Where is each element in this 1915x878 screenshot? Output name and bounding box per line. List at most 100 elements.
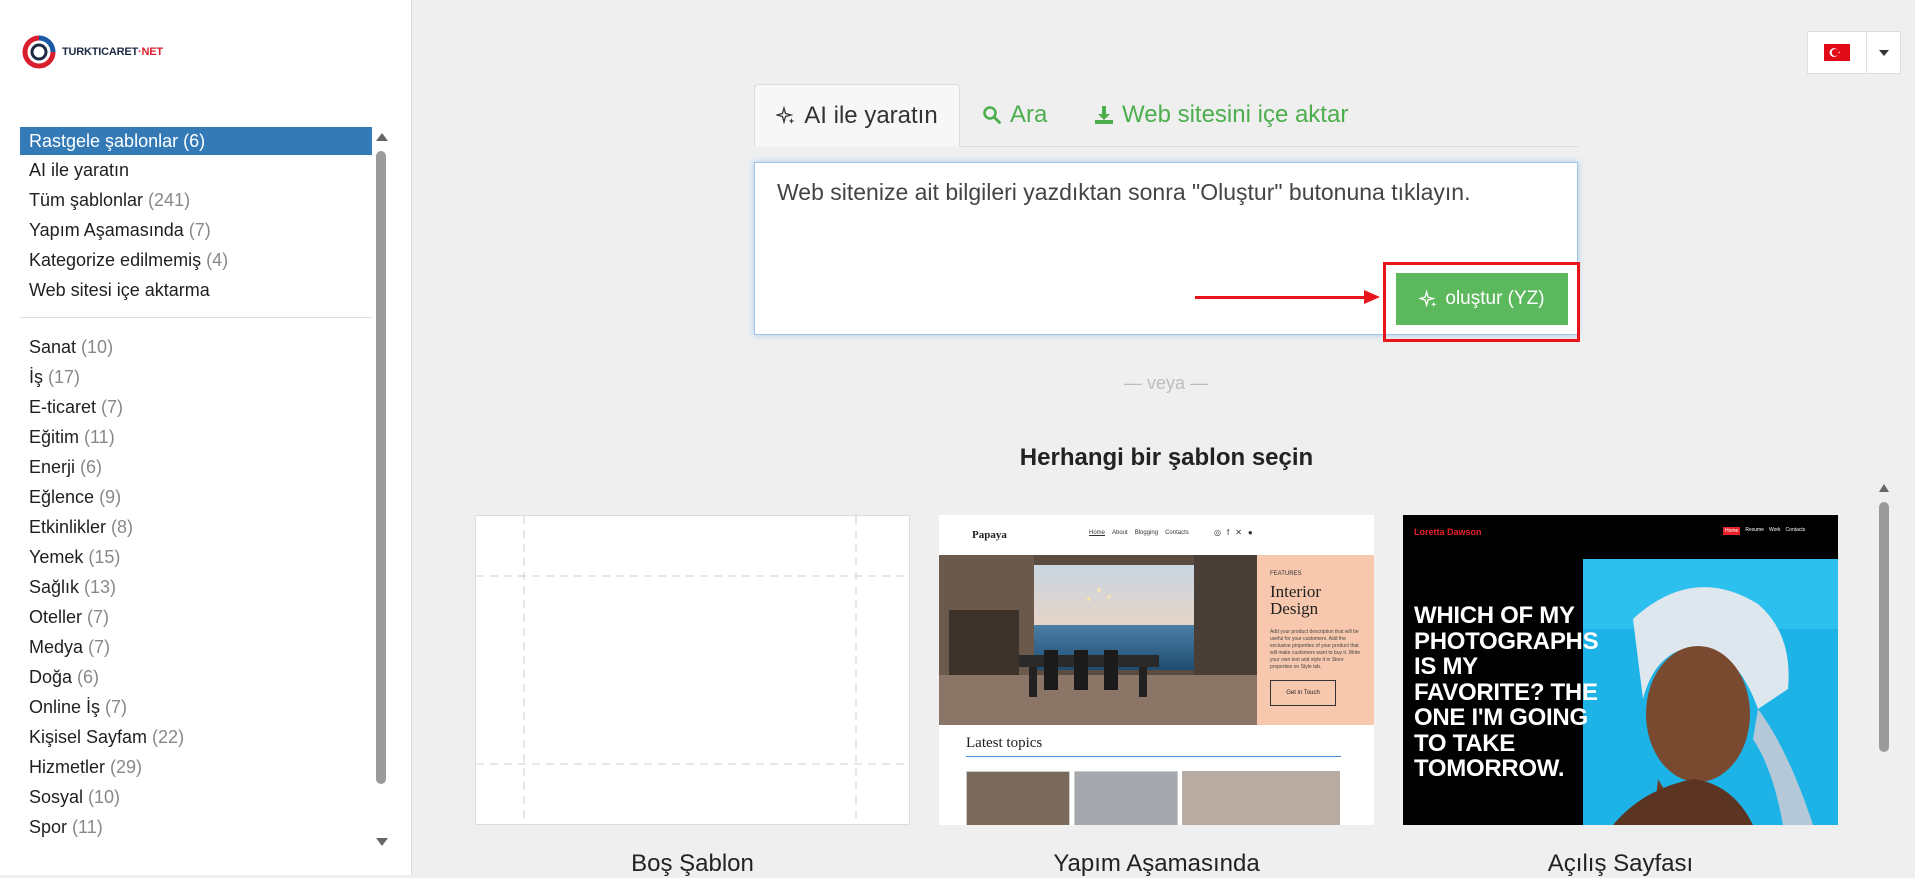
- category-count: (29): [110, 757, 143, 777]
- template-name[interactable]: Yapım Aşamasında: [939, 850, 1374, 878]
- category-label: Sosyal: [29, 787, 84, 807]
- template-name[interactable]: Açılış Sayfası: [1403, 850, 1838, 878]
- search-icon: [983, 106, 1001, 124]
- category-label: Rastgele şablonlar: [29, 131, 179, 151]
- category-count: (6): [80, 457, 103, 477]
- category-item[interactable]: Web sitesi içe aktarma: [20, 275, 372, 305]
- logo[interactable]: TURKTICARET·NET: [20, 34, 163, 70]
- sidebar-scrollbar[interactable]: [372, 127, 390, 852]
- category-count: (17): [48, 367, 81, 387]
- preview-latest-title: Latest topics: [966, 735, 1043, 751]
- scrollbar-thumb[interactable]: [376, 151, 386, 784]
- category-item[interactable]: E-ticaret (7): [20, 392, 372, 422]
- category-label: Spor: [29, 817, 68, 837]
- category-count: (11): [84, 427, 115, 447]
- category-item[interactable]: AI ile yaratın: [20, 155, 372, 185]
- category-count: (10): [81, 337, 114, 357]
- category-item[interactable]: Doğa (6): [20, 662, 372, 692]
- category-count: (13): [84, 577, 117, 597]
- preview-headline-line: FAVORITE? THE: [1414, 678, 1598, 706]
- category-item[interactable]: İş (17): [20, 362, 372, 392]
- category-label: Eğlence: [29, 487, 95, 507]
- main-scrollbar[interactable]: [1876, 478, 1892, 875]
- category-count: (6): [183, 131, 206, 151]
- scroll-up-arrow-icon[interactable]: [376, 133, 388, 141]
- category-item[interactable]: Kişisel Sayfam (22): [20, 722, 372, 752]
- language-dropdown-toggle[interactable]: [1867, 32, 1900, 73]
- category-item[interactable]: Sosyal (10): [20, 782, 372, 812]
- preview-nav-item: Resume: [1745, 527, 1764, 533]
- facebook-icon: f: [1226, 528, 1230, 537]
- prompt-placeholder: Web sitenize ait bilgileri yazdıktan son…: [777, 179, 1471, 205]
- category-count: (4): [206, 250, 229, 270]
- category-count: (7): [188, 220, 211, 240]
- language-flag[interactable]: [1808, 32, 1867, 73]
- category-count: (15): [88, 547, 121, 567]
- category-label: Etkinlikler: [29, 517, 107, 537]
- preview-headline: WHICH OF MY PHOTOGRAPHS IS MY FAVORITE? …: [1414, 602, 1599, 782]
- category-item[interactable]: Sağlık (13): [20, 572, 372, 602]
- category-item[interactable]: Enerji (6): [20, 452, 372, 482]
- category-item[interactable]: Yapım Aşamasında (7): [20, 215, 372, 245]
- category-item[interactable]: Kategorize edilmemiş (4): [20, 245, 372, 275]
- preview-features-label: FEATURES: [1270, 571, 1302, 577]
- template-name[interactable]: Boş Şablon: [475, 850, 910, 878]
- tab-ai-create[interactable]: AI ile yaratın: [754, 84, 960, 147]
- category-label: İş: [29, 367, 44, 387]
- category-count: (7): [88, 637, 111, 657]
- category-label: Enerji: [29, 457, 76, 477]
- category-count: (241): [148, 190, 191, 210]
- scroll-up-arrow-icon[interactable]: [1879, 484, 1889, 492]
- preview-cta: Get in Touch: [1270, 680, 1336, 706]
- preview-portrait-photo: [1583, 559, 1838, 825]
- category-count: (10): [88, 787, 121, 807]
- category-list: Rastgele şablonlar (6) AI ile yaratın Tüm ş…: [20, 127, 372, 842]
- reddit-icon: ●: [1247, 528, 1253, 537]
- category-label: Sanat: [29, 337, 77, 357]
- tab-search-label: Ara: [1010, 101, 1048, 128]
- tab-import[interactable]: Web sitesini içe aktar: [1094, 84, 1348, 146]
- generate-button-label: oluştur (YZ): [1445, 288, 1545, 309]
- category-item[interactable]: Hizmetler (29): [20, 752, 372, 782]
- template-card-under-construction[interactable]: Papaya Home About Blogging Contacts ◎ f …: [939, 515, 1374, 825]
- logo-mark-icon: [22, 35, 56, 69]
- category-item[interactable]: Eğlence (9): [20, 482, 372, 512]
- category-label: Sağlık: [29, 577, 80, 597]
- category-label: Online İş: [29, 697, 101, 717]
- preview-headline-line: IS MY: [1414, 653, 1478, 680]
- category-count: (22): [152, 727, 185, 747]
- template-card-blank[interactable]: [475, 515, 910, 825]
- category-label: Medya: [29, 637, 84, 657]
- preview-heading-line: Interior: [1270, 582, 1321, 601]
- preview-nav: Home Resume Work Contacts: [1723, 527, 1805, 535]
- preview-headline-line: TO TAKE: [1414, 729, 1516, 757]
- category-item[interactable]: Sanat (10): [20, 332, 372, 362]
- preview-nav-item: Contacts: [1785, 527, 1806, 533]
- category-label: E-ticaret: [29, 397, 97, 417]
- category-item[interactable]: Spor (11): [20, 812, 372, 842]
- language-selector[interactable]: [1807, 31, 1901, 74]
- preview-nav-item: About: [1112, 530, 1128, 536]
- template-card-landing[interactable]: Loretta Dawson Home Resume Work Contacts…: [1403, 515, 1838, 825]
- blank-template-guides: [476, 516, 909, 824]
- category-item[interactable]: Tüm şablonlar (241): [20, 185, 372, 215]
- category-item[interactable]: Eğitim (11): [20, 422, 372, 452]
- scroll-down-arrow-icon[interactable]: [376, 838, 388, 846]
- category-item[interactable]: Etkinlikler (8): [20, 512, 372, 542]
- category-label: Eğitim: [29, 427, 80, 447]
- category-label: AI ile yaratın: [29, 160, 130, 180]
- tab-bar: AI ile yaratın Ara Web sitesini içe akta…: [754, 84, 1578, 147]
- scrollbar-thumb[interactable]: [1879, 502, 1889, 752]
- category-item[interactable]: Yemek (15): [20, 542, 372, 572]
- category-item[interactable]: Medya (7): [20, 632, 372, 662]
- preview-headline-line: WHICH OF MY: [1414, 602, 1575, 629]
- preview-nav-item: Contacts: [1165, 530, 1189, 536]
- tab-search[interactable]: Ara: [982, 84, 1047, 146]
- category-item[interactable]: Online İş (7): [20, 692, 372, 722]
- category-label: Web sitesi içe aktarma: [29, 280, 210, 300]
- category-item[interactable]: Rastgele şablonlar (6): [20, 127, 372, 155]
- preview-nav-item: Work: [1768, 527, 1781, 533]
- generate-ai-button[interactable]: oluştur (YZ): [1396, 273, 1568, 325]
- preview-headline-line: ONE I'M GOING: [1414, 704, 1588, 731]
- category-item[interactable]: Oteller (7): [20, 602, 372, 632]
